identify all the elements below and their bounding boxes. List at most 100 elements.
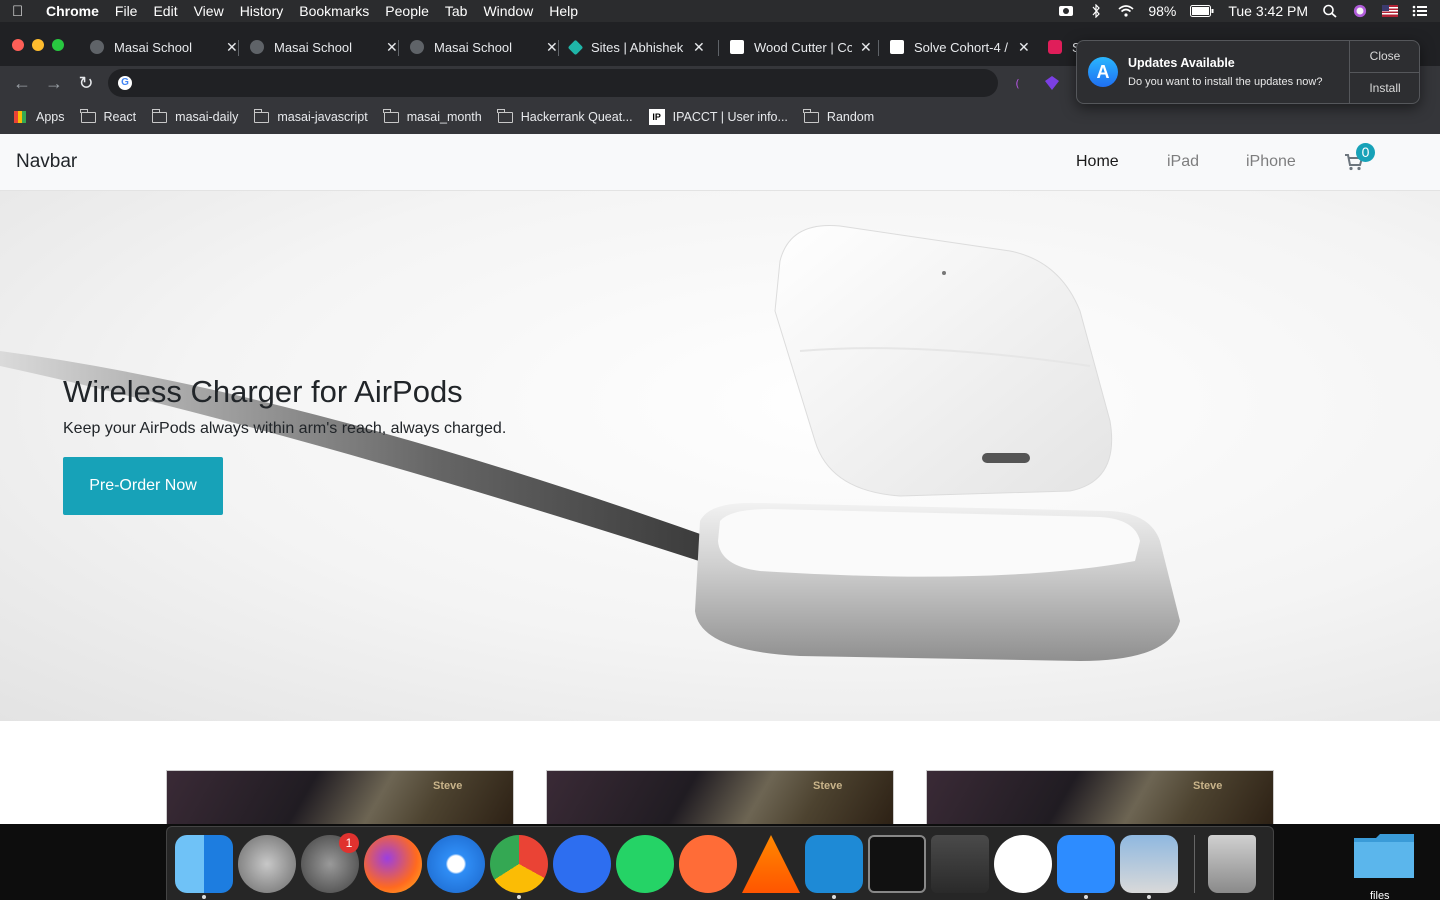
- screen-record-icon[interactable]: [1058, 4, 1074, 18]
- card-image-caption: Steve: [433, 780, 463, 792]
- bookmarks-bar: Apps React masai-daily masai-javascript …: [0, 100, 1440, 134]
- pre-order-button[interactable]: Pre-Order Now: [63, 457, 223, 515]
- bookmark-folder[interactable]: masai-daily: [151, 108, 239, 124]
- siri-icon[interactable]: [1352, 4, 1368, 18]
- chrome-icon[interactable]: [490, 835, 548, 893]
- bookmark-folder[interactable]: Hackerrank Queat...: [497, 108, 633, 124]
- trash-icon[interactable]: [1208, 835, 1256, 893]
- extension-gem-icon[interactable]: [1044, 75, 1060, 91]
- nav-iphone-link[interactable]: iPhone: [1246, 153, 1296, 171]
- dock-separator: [1194, 835, 1195, 893]
- menu-file[interactable]: File: [115, 3, 138, 19]
- address-bar[interactable]: G: [108, 69, 998, 97]
- close-tab-icon[interactable]: ✕: [226, 39, 238, 56]
- bookmark-apps[interactable]: Apps: [14, 110, 65, 124]
- launchpad-icon[interactable]: [238, 835, 296, 893]
- finder-icon[interactable]: [175, 835, 233, 893]
- menu-tab[interactable]: Tab: [445, 3, 468, 19]
- navbar-brand[interactable]: Navbar: [16, 151, 77, 173]
- nav-ipad-link[interactable]: iPad: [1167, 153, 1199, 171]
- browser-tab[interactable]: Masai School ✕: [240, 32, 398, 62]
- browser-tab[interactable]: Solve Cohort-4 / ✕: [880, 32, 1030, 62]
- vscode-icon[interactable]: [805, 835, 863, 893]
- window-controls: [12, 39, 64, 51]
- menu-bookmarks[interactable]: Bookmarks: [299, 3, 369, 19]
- mongodb-compass-icon[interactable]: [994, 835, 1052, 893]
- menu-app-name[interactable]: Chrome: [46, 3, 99, 19]
- google-icon: G: [118, 76, 132, 90]
- wifi-icon[interactable]: [1118, 4, 1134, 18]
- close-button[interactable]: Close: [1350, 41, 1420, 72]
- tab-separator: [238, 40, 239, 56]
- close-tab-icon[interactable]: ✕: [386, 39, 398, 56]
- running-indicator: [202, 895, 206, 899]
- bookmark-label: Random: [826, 110, 875, 124]
- install-button[interactable]: Install: [1350, 72, 1420, 103]
- bookmark-label: masai-javascript: [277, 110, 368, 124]
- safari-icon[interactable]: [427, 835, 485, 893]
- browser-tab[interactable]: Masai School ✕: [80, 32, 238, 62]
- running-indicator: [517, 895, 521, 899]
- nav-home-link[interactable]: Home: [1076, 153, 1119, 171]
- minimize-window-button[interactable]: [32, 39, 44, 51]
- firefox-icon[interactable]: [364, 835, 422, 893]
- close-tab-icon[interactable]: ✕: [693, 39, 705, 56]
- bookmark-folder[interactable]: masai_month: [383, 108, 482, 124]
- menu-clock[interactable]: Tue 3:42 PM: [1228, 3, 1308, 19]
- tab-title: Sites | Abhishek: [591, 39, 684, 55]
- product-card-image[interactable]: Steve: [546, 770, 894, 824]
- bookmark-label: masai-daily: [175, 110, 239, 124]
- whatsapp-icon[interactable]: [616, 835, 674, 893]
- bookmark-ipacct[interactable]: IP IPACCT | User info...: [648, 109, 788, 125]
- menu-view[interactable]: View: [194, 3, 224, 19]
- bookmark-folder[interactable]: masai-javascript: [253, 108, 368, 124]
- notification-badge: 1: [339, 833, 359, 853]
- battery-icon[interactable]: [1190, 5, 1214, 17]
- menu-window[interactable]: Window: [483, 3, 533, 19]
- folder-icon: [80, 108, 96, 123]
- close-tab-icon[interactable]: ✕: [860, 39, 872, 56]
- apple-menu-icon[interactable]: : [12, 3, 32, 20]
- back-arrow-icon[interactable]: ←: [12, 73, 32, 94]
- web-page: Navbar Home iPad iPhone 0 Wireless Charg…: [0, 134, 1440, 824]
- reload-icon[interactable]: ↻: [76, 73, 96, 94]
- forward-arrow-icon[interactable]: →: [44, 73, 64, 94]
- card-image-caption: Steve: [813, 780, 843, 792]
- site-navbar: Navbar Home iPad iPhone 0: [0, 134, 1440, 191]
- bluetooth-icon[interactable]: [1088, 4, 1104, 18]
- menu-help[interactable]: Help: [549, 3, 578, 19]
- close-window-button[interactable]: [12, 39, 24, 51]
- extension-brackets-icon[interactable]: ( ): [1012, 75, 1028, 91]
- zoom-window-button[interactable]: [52, 39, 64, 51]
- hero-subtitle: Keep your AirPods always within arm's re…: [63, 420, 507, 437]
- input-source-flag-icon[interactable]: [1382, 4, 1398, 18]
- notification-center-icon[interactable]: [1412, 4, 1428, 18]
- terminal-icon[interactable]: [868, 835, 926, 893]
- product-card-image[interactable]: Steve: [926, 770, 1274, 824]
- product-card-image[interactable]: Steve: [166, 770, 514, 824]
- zoom-icon[interactable]: [1057, 835, 1115, 893]
- hackerrank-icon: [890, 40, 904, 54]
- bookmark-label: React: [103, 110, 137, 124]
- menu-edit[interactable]: Edit: [153, 3, 177, 19]
- menu-history[interactable]: History: [240, 3, 284, 19]
- spotlight-search-icon[interactable]: [1322, 4, 1338, 18]
- preview-icon[interactable]: [1120, 835, 1178, 893]
- browser-tab[interactable]: Wood Cutter | Co ✕: [720, 32, 872, 62]
- apps-icon: [14, 111, 26, 123]
- browser-tab[interactable]: Masai School ✕: [400, 32, 558, 62]
- app-store-icon: A: [1088, 57, 1118, 87]
- close-tab-icon[interactable]: ✕: [546, 39, 558, 56]
- postman-icon[interactable]: [679, 835, 737, 893]
- browser-tab[interactable]: Sites | Abhishek ✕: [560, 32, 705, 62]
- sublime-text-icon[interactable]: [931, 835, 989, 893]
- notification-actions: Close Install: [1349, 41, 1420, 103]
- desktop-folder-icon[interactable]: [1354, 832, 1414, 878]
- menu-people[interactable]: People: [385, 3, 429, 19]
- bookmark-folder[interactable]: Random: [803, 108, 875, 124]
- zoom-player-icon[interactable]: [553, 835, 611, 893]
- tab-title: Solve Cohort-4 /: [914, 39, 1008, 55]
- vlc-icon[interactable]: [742, 835, 800, 893]
- bookmark-folder[interactable]: React: [80, 108, 137, 124]
- close-tab-icon[interactable]: ✕: [1018, 39, 1030, 56]
